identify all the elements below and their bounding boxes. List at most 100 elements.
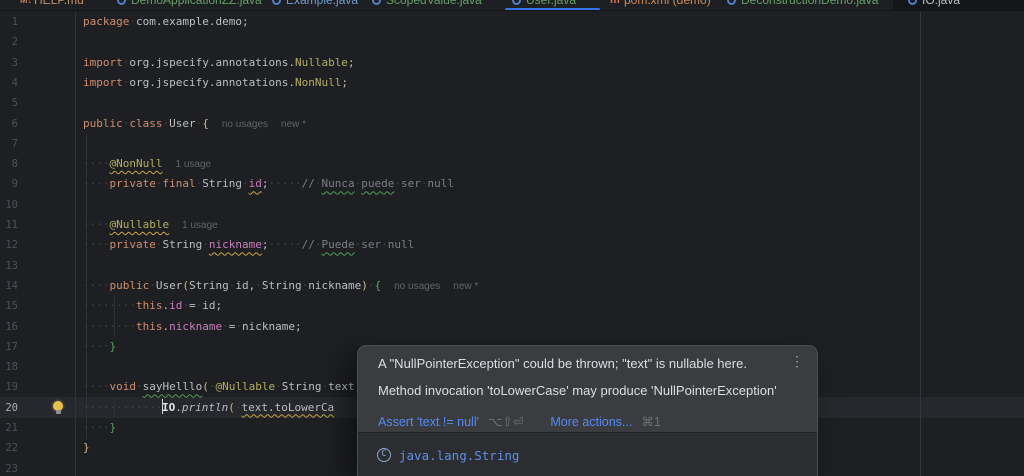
- line-number[interactable]: 17: [0, 337, 18, 357]
- assert-shortcut: ⌥⇧⏎: [488, 414, 523, 429]
- kebab-menu-icon[interactable]: ⋮: [790, 354, 804, 368]
- line-number[interactable]: 6: [0, 114, 18, 134]
- code-line-4[interactable]: 4 import·org.jspecify.annotations.NonNull…: [0, 73, 1024, 93]
- token: id: [249, 177, 262, 190]
- token: final: [162, 177, 195, 190]
- tab-example-java[interactable]: Example.java: [272, 0, 358, 7]
- token: ): [361, 279, 368, 292]
- token: //: [302, 238, 315, 251]
- token: Nunca: [321, 177, 354, 190]
- line-number[interactable]: 8: [0, 154, 18, 174]
- code-text: ········this.id·=·id;: [83, 296, 222, 316]
- markdown-icon: M↓: [20, 0, 29, 5]
- token: nickname: [209, 238, 262, 251]
- code-text: ····}: [83, 337, 116, 357]
- inlay-hint: 1 usage: [182, 220, 218, 231]
- line-number[interactable]: 20: [0, 398, 18, 418]
- tab-help-md[interactable]: M↓HELP.md: [20, 0, 84, 7]
- tab-deconstructiondemo-java[interactable]: DeconstructionDemo.java: [727, 0, 878, 7]
- token: text.toLowerCa: [241, 401, 334, 414]
- active-tab-underline: [505, 8, 600, 11]
- code-line-14[interactable]: 14····public·User(String·id,·String·nick…: [0, 276, 1024, 296]
- code-line-12[interactable]: 12····private·String·nickname;·····//·Pu…: [0, 235, 1024, 255]
- class-icon: [512, 0, 521, 5]
- inlay-hint: no usages: [394, 281, 440, 292]
- tab-io-java[interactable]: IO.java: [908, 0, 960, 7]
- code-line-11[interactable]: 11····@Nullable1 usage: [0, 215, 1024, 235]
- token: this: [136, 299, 163, 312]
- token: User: [156, 279, 183, 292]
- line-number[interactable]: 18: [0, 357, 18, 377]
- line-number[interactable]: 16: [0, 317, 18, 337]
- line-number[interactable]: 23: [0, 459, 18, 476]
- token: ·: [235, 320, 242, 333]
- inspection-message-1: A "NullPointerException" could be thrown…: [378, 356, 777, 371]
- token: private: [110, 238, 156, 251]
- line-number[interactable]: 2: [0, 32, 18, 52]
- code-text: import·org.jspecify.annotations.NonNull;: [83, 73, 348, 93]
- line-number[interactable]: 13: [0, 256, 18, 276]
- line-number[interactable]: 15: [0, 296, 18, 316]
- code-line-2[interactable]: 2: [0, 32, 1024, 52]
- token: ············: [83, 401, 162, 414]
- code-line-16[interactable]: 16········this.nickname·=·nickname;: [0, 317, 1024, 337]
- code-line-7[interactable]: 7: [0, 134, 1024, 154]
- token: com.example.demo;: [136, 15, 249, 28]
- line-number[interactable]: 4: [0, 73, 18, 93]
- code-line-9[interactable]: 9····private·final·String·id;·····//·Nun…: [0, 174, 1024, 194]
- tab-scopedvalue-java[interactable]: ScopedValue.java: [372, 0, 482, 7]
- line-number[interactable]: 12: [0, 235, 18, 255]
- line-number[interactable]: 14: [0, 276, 18, 296]
- code-line-1[interactable]: 1 package·com.example.demo;: [0, 12, 1024, 32]
- code-line-5[interactable]: 5: [0, 93, 1024, 113]
- line-number[interactable]: 11: [0, 215, 18, 235]
- token: puede: [361, 177, 394, 190]
- token: ····: [83, 177, 110, 190]
- token: (: [228, 401, 235, 414]
- tab-user-java[interactable]: User.java: [512, 0, 576, 7]
- more-actions-link[interactable]: More actions...: [550, 415, 632, 429]
- tab-label: pom.xml (demo): [624, 0, 711, 7]
- line-number[interactable]: 19: [0, 377, 18, 397]
- token: (: [182, 279, 189, 292]
- code-line-13[interactable]: 13: [0, 256, 1024, 276]
- token: =: [189, 299, 196, 312]
- line-number[interactable]: 10: [0, 195, 18, 215]
- token: String: [282, 380, 322, 393]
- tab-label: IO.java: [922, 0, 960, 7]
- token: ·: [381, 238, 388, 251]
- code-line-6[interactable]: 6 public·class·User·{no usagesnew *: [0, 114, 1024, 134]
- token: ····: [83, 340, 110, 353]
- line-number[interactable]: 9: [0, 174, 18, 194]
- assert-quickfix-link[interactable]: Assert 'text != null': [378, 415, 479, 429]
- editor-tab-bar: M↓HELP.md DemoApplicationZZ.java Example.j…: [0, 0, 1024, 11]
- intention-bulb-icon[interactable]: [52, 401, 64, 415]
- code-text: ····void·sayHelllo(·@Nullable·String·tex…: [83, 377, 361, 397]
- tab-label: DemoApplicationZZ.java: [131, 0, 262, 7]
- class-icon: C: [377, 448, 391, 462]
- token: .: [175, 401, 182, 414]
- code-line-8[interactable]: 8····@NonNull1 usage: [0, 154, 1024, 174]
- tab-demoapplicationzz-java[interactable]: DemoApplicationZZ.java: [117, 0, 262, 7]
- token: String: [162, 238, 202, 251]
- code-line-15[interactable]: 15 ········this.id·=·id;: [0, 296, 1024, 316]
- line-number[interactable]: 22: [0, 438, 18, 458]
- code-line-3[interactable]: 3import·org.jspecify.annotations.Nullabl…: [0, 53, 1024, 73]
- tab-label: User.java: [526, 0, 576, 7]
- tab-pom-xml-demo-[interactable]: mpom.xml (demo): [610, 0, 711, 7]
- token: ····: [83, 279, 110, 292]
- line-number[interactable]: 3: [0, 53, 18, 73]
- code-text: package·com.example.demo;: [83, 12, 249, 32]
- doc-class-link[interactable]: java.lang.String: [399, 448, 519, 463]
- code-line-10[interactable]: 10: [0, 195, 1024, 215]
- token: Puede: [321, 238, 354, 251]
- line-number[interactable]: 21: [0, 418, 18, 438]
- line-number[interactable]: 1: [0, 12, 18, 32]
- token: ;: [348, 56, 355, 69]
- token: ·: [255, 279, 262, 292]
- token: ·: [394, 177, 401, 190]
- code-text: public·class·User·{no usagesnew *: [83, 114, 306, 135]
- token: public: [110, 279, 150, 292]
- line-number[interactable]: 7: [0, 134, 18, 154]
- line-number[interactable]: 5: [0, 93, 18, 113]
